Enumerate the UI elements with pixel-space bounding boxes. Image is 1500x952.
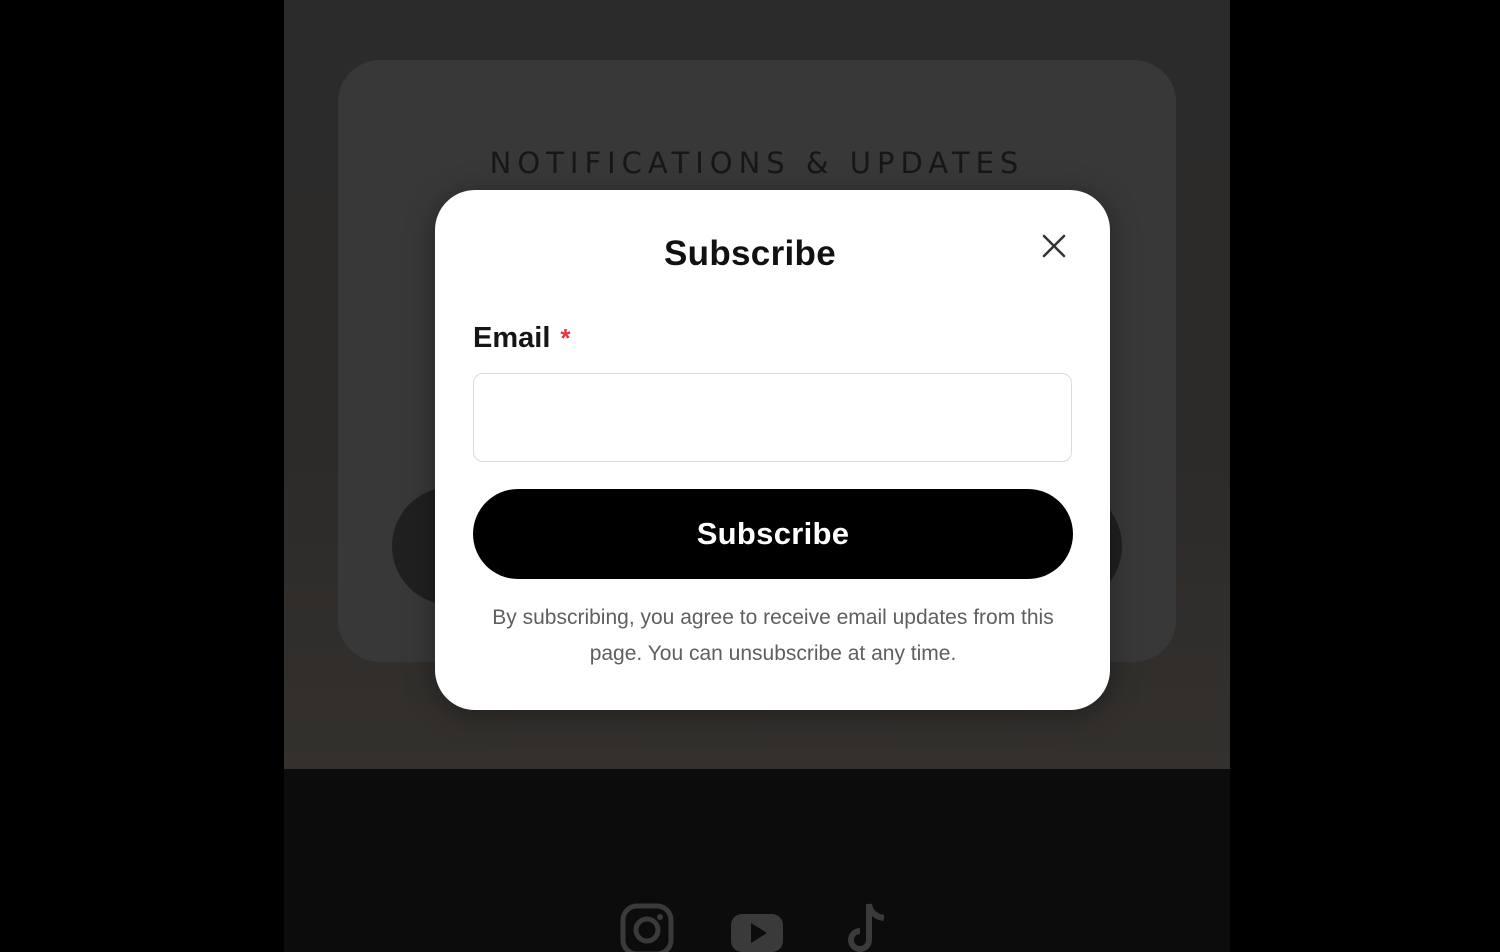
email-label: Email * xyxy=(473,322,571,355)
close-icon xyxy=(1042,234,1066,258)
subscribe-button[interactable]: Subscribe xyxy=(473,489,1073,579)
youtube-icon[interactable] xyxy=(729,900,785,952)
section-heading: NOTIFICATIONS & UPDATES xyxy=(489,146,1025,180)
close-button[interactable] xyxy=(1038,230,1070,262)
instagram-icon[interactable] xyxy=(619,900,675,952)
required-marker: * xyxy=(560,323,571,353)
social-links xyxy=(284,900,1230,952)
email-input[interactable] xyxy=(473,373,1072,462)
screen: NOTIFICATIONS & UPDATES Subscribe Email … xyxy=(0,0,1500,952)
email-label-text: Email xyxy=(473,322,551,354)
modal-title: Subscribe xyxy=(664,234,836,273)
tiktok-icon[interactable] xyxy=(839,900,895,952)
subscription-disclaimer: By subscribing, you agree to receive ema… xyxy=(492,606,1054,665)
